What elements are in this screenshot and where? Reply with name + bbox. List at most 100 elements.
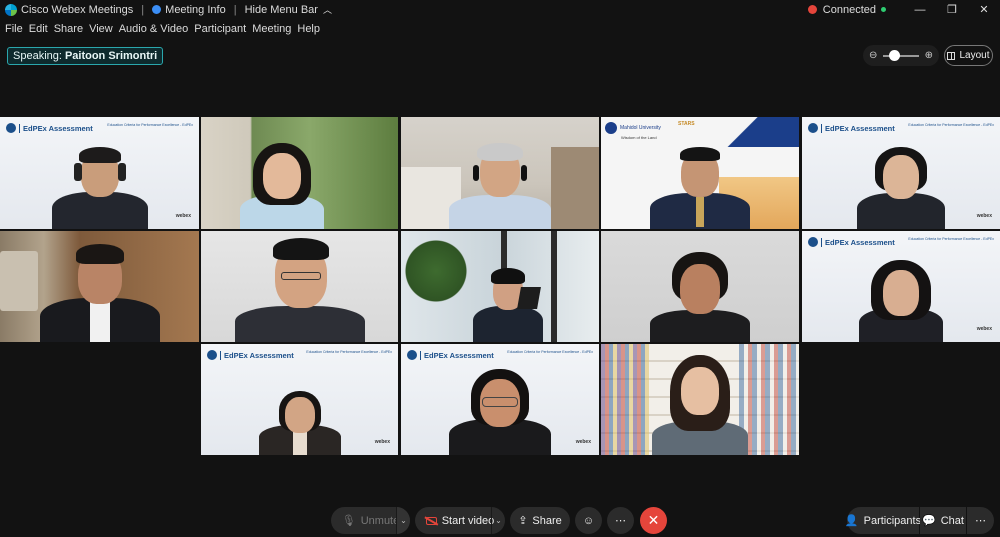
more-options-button[interactable]: ⋯ (607, 507, 634, 534)
active-speaker-badge: Speaking: Paitoon Srimontri (7, 47, 164, 65)
edpex-subtitle: Education Criteria for Performance Excel… (908, 123, 994, 127)
share-label: Share (532, 514, 562, 527)
participant-video (435, 361, 565, 455)
menu-bar: File Edit Share View Audio & Video Parti… (0, 20, 321, 37)
title-bar: Cisco Webex Meetings | Meeting Info | Hi… (0, 0, 1000, 19)
webex-watermark: webex (976, 326, 992, 332)
video-tile[interactable] (0, 231, 199, 342)
menu-meeting[interactable]: Meeting (252, 23, 291, 35)
unmute-button[interactable]: 🎙 Unmute ⌄ (331, 507, 410, 534)
title-separator: | (233, 3, 237, 16)
restore-button[interactable]: ❐ (936, 3, 968, 16)
edpex-subtitle: Education Criteria for Performance Excel… (908, 237, 994, 241)
video-tile[interactable]: Mahidol University Wisdom of the Land ST… (601, 117, 799, 229)
close-icon: ✕ (647, 512, 660, 528)
webex-watermark: webex (575, 439, 591, 445)
zoom-in-icon[interactable]: ⊕ (925, 50, 933, 61)
chat-label: Chat (940, 514, 964, 527)
participant-video (463, 262, 553, 342)
menu-file[interactable]: File (5, 23, 23, 35)
participant-video (245, 389, 355, 455)
video-tile[interactable]: EdPEx Assessment Education Criteria for … (802, 231, 1000, 342)
video-options-chevron-icon[interactable]: ⌄ (491, 507, 505, 534)
edpex-seal-icon (808, 123, 818, 133)
participant-video (30, 238, 170, 342)
video-tile[interactable]: EdPEx Assessment Education Criteria for … (201, 344, 398, 455)
share-screen-icon: ⇪ (518, 515, 528, 527)
video-tile[interactable] (201, 117, 398, 229)
webex-logo-icon (5, 3, 17, 16)
menu-view[interactable]: View (89, 23, 113, 35)
zoom-slider-handle[interactable] (889, 49, 901, 61)
edpex-seal-icon (407, 350, 417, 360)
close-button[interactable]: ✕ (968, 3, 1000, 16)
edpex-seal-icon (6, 123, 16, 133)
edpex-subtitle: Education Criteria for Performance Excel… (306, 350, 392, 354)
panel-more-button[interactable]: ⋯ (967, 507, 994, 534)
app-title: Cisco Webex Meetings (21, 3, 134, 16)
video-tile[interactable] (201, 231, 398, 342)
connection-status-icon (807, 5, 817, 14)
ellipsis-icon: ⋯ (615, 515, 626, 527)
edpex-subtitle: Education Criteria for Performance Excel… (507, 350, 593, 354)
participants-button[interactable]: 👤 Participants (845, 507, 922, 534)
menu-edit[interactable]: Edit (29, 23, 48, 35)
video-tile[interactable] (401, 117, 599, 229)
participant-video (222, 129, 342, 229)
reactions-button[interactable]: ☺ (575, 507, 602, 534)
participant-video (640, 351, 760, 455)
video-zoom-control[interactable]: ⊖ ⊕ (863, 45, 939, 66)
participant-video (40, 137, 160, 229)
participant-video (640, 242, 760, 342)
menu-share[interactable]: Share (54, 23, 83, 35)
connected-indicator-icon (881, 7, 886, 12)
edpex-seal-icon (808, 237, 818, 247)
zoom-out-icon[interactable]: ⊖ (869, 50, 877, 61)
speaker-name: Paitoon Srimontri (64, 50, 158, 62)
title-separator: | (141, 3, 145, 16)
minimize-button[interactable]: — (904, 4, 936, 16)
leave-meeting-button[interactable]: ✕ (640, 507, 667, 534)
zoom-slider[interactable] (883, 49, 919, 61)
menu-audio-video[interactable]: Audio & Video (119, 23, 189, 35)
participants-label: Participants (863, 514, 922, 527)
chevron-up-icon[interactable]: ︿ (323, 3, 332, 16)
participant-video (225, 234, 375, 342)
unmute-label: Unmute (360, 514, 400, 527)
stars-label: STARS (678, 121, 695, 127)
smiley-icon: ☺ (582, 514, 595, 527)
video-tile[interactable]: EdPEx Assessment Education Criteria for … (802, 117, 1000, 229)
mahidol-logo: Mahidol University (605, 122, 661, 134)
microphone-muted-icon: 🎙 (341, 515, 356, 527)
share-button[interactable]: ⇪ Share (510, 507, 570, 534)
menu-participant[interactable]: Participant (194, 23, 246, 35)
webex-watermark: webex (175, 213, 191, 219)
start-video-button[interactable]: Start video ⌄ (415, 507, 505, 534)
meeting-info-icon[interactable] (152, 5, 162, 14)
participant-video (435, 129, 565, 229)
connection-status: Connected (822, 3, 876, 16)
hide-menu-bar-button[interactable]: Hide Menu Bar (245, 4, 318, 16)
ellipsis-icon: ⋯ (975, 515, 986, 527)
video-tile[interactable] (401, 231, 599, 342)
start-video-label: Start video (441, 514, 495, 527)
participant-video (640, 135, 760, 229)
video-tile[interactable] (601, 344, 799, 455)
chat-bubble-icon: 💬 (922, 515, 936, 527)
layout-label: Layout (959, 50, 990, 61)
video-tile[interactable] (601, 231, 799, 342)
edpex-subtitle: Education Criteria for Performance Excel… (107, 123, 193, 127)
video-tile[interactable]: EdPEx Assessment Education Criteria for … (401, 344, 599, 455)
edpex-seal-icon (207, 350, 217, 360)
participant-video (841, 133, 961, 229)
layout-grid-icon (947, 51, 956, 60)
participant-video (841, 250, 961, 342)
webex-watermark: webex (976, 213, 992, 219)
webex-watermark: webex (374, 439, 390, 445)
menu-help[interactable]: Help (297, 23, 320, 35)
video-tile[interactable]: EdPEx Assessment Education Criteria for … (0, 117, 199, 229)
chat-button[interactable]: 💬 Chat (920, 507, 966, 534)
layout-button[interactable]: Layout (944, 45, 993, 66)
audio-options-chevron-icon[interactable]: ⌄ (396, 507, 410, 534)
meeting-info-button[interactable]: Meeting Info (165, 4, 226, 16)
